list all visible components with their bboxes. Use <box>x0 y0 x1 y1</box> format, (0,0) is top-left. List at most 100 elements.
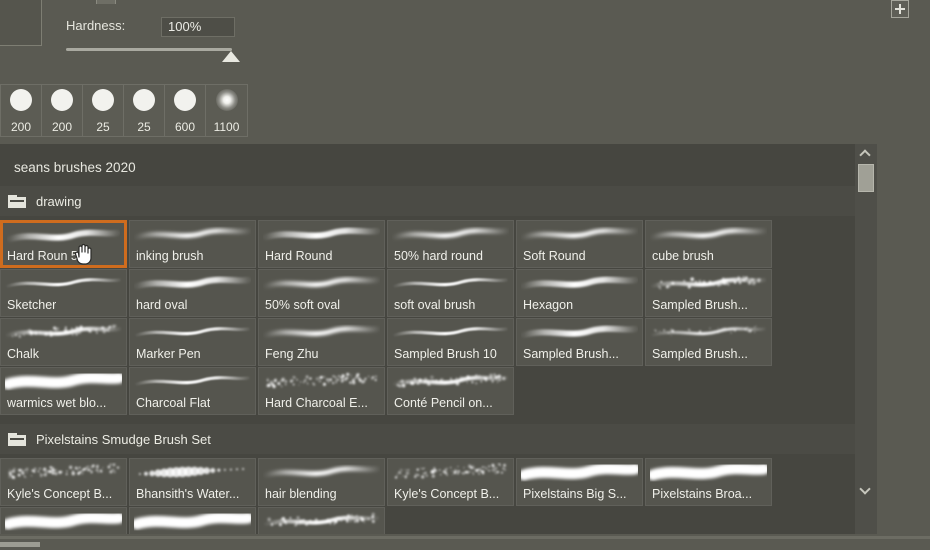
brush-preset[interactable]: hard oval <box>129 269 256 317</box>
brush-preset-label: Conté Pencil on... <box>394 396 493 410</box>
brush-preset[interactable]: Kyle's Concept B... <box>0 458 127 506</box>
brush-stroke-preview <box>7 226 120 248</box>
brush-tip-thumbnail <box>10 89 32 111</box>
brush-stroke-thumbnail <box>650 462 767 484</box>
panel-tab-icon[interactable] <box>96 0 116 4</box>
brush-preset[interactable]: 50% soft oval <box>258 269 385 317</box>
brush-stroke-preview <box>392 371 509 393</box>
brush-stroke-preview <box>5 322 122 344</box>
brush-preset[interactable]: Sampled Brush... <box>645 318 772 366</box>
brush-stroke-preview <box>650 462 767 484</box>
brush-preset[interactable]: inking brush <box>129 220 256 268</box>
brush-preset[interactable]: Hard Round <box>258 220 385 268</box>
brush-preset-label: cube brush <box>652 249 714 263</box>
brush-stroke-thumbnail <box>650 224 767 246</box>
brush-preset-label: hard oval <box>136 298 187 312</box>
brush-stroke-preview <box>521 224 638 246</box>
brush-stroke-thumbnail <box>134 322 251 344</box>
brush-tip-size-label: 200 <box>1 120 41 134</box>
brush-preset[interactable] <box>258 507 385 534</box>
brush-stroke-preview <box>392 273 509 295</box>
brush-stroke-preview <box>5 511 122 533</box>
brush-preset-label: 50% hard round <box>394 249 483 263</box>
brush-preset-label: Sampled Brush... <box>652 347 748 361</box>
brush-tip-size-label: 25 <box>124 120 164 134</box>
brush-preset[interactable]: Sampled Brush... <box>516 318 643 366</box>
brush-preset[interactable]: warmics wet blo... <box>0 367 127 415</box>
brush-stroke-preview <box>134 322 251 344</box>
chevron-down-icon[interactable] <box>859 484 873 496</box>
brush-tip-preset[interactable]: 200 <box>42 85 83 136</box>
brush-tip-preset[interactable]: 600 <box>165 85 206 136</box>
brush-stroke-thumbnail <box>263 371 380 393</box>
brush-preset[interactable]: Soft Round <box>516 220 643 268</box>
brush-preset-label: Pixelstains Broa... <box>652 487 752 501</box>
scrollbar-thumb[interactable] <box>858 164 874 192</box>
brush-stroke-preview <box>263 511 380 533</box>
panel-bottom-edge <box>0 536 930 539</box>
brush-tip-preset[interactable]: 25 <box>124 85 165 136</box>
library-vertical-scrollbar[interactable] <box>855 144 877 534</box>
brush-tip-preset[interactable]: 200 <box>1 85 42 136</box>
brush-stroke-preview <box>263 273 380 295</box>
brush-preset-label: Charcoal Flat <box>136 396 210 410</box>
hardness-input[interactable]: 100% <box>161 17 235 37</box>
brush-preset-label: 50% soft oval <box>265 298 340 312</box>
brush-stroke-preview <box>134 511 251 533</box>
brush-stroke-thumbnail <box>5 322 122 344</box>
hardness-slider-track[interactable] <box>66 48 232 51</box>
brush-preset[interactable]: 50% hard round <box>387 220 514 268</box>
brush-tip-preset[interactable]: 1100 <box>206 85 247 136</box>
brush-preset-selected[interactable]: Hard Roun 5 1 <box>0 220 127 268</box>
brush-preset[interactable]: Hard Charcoal E... <box>258 367 385 415</box>
brush-preset[interactable] <box>0 507 127 534</box>
brush-group-header[interactable]: Pixelstains Smudge Brush Set <box>0 424 855 454</box>
brush-preset[interactable]: Sampled Brush... <box>645 269 772 317</box>
brush-preset[interactable]: Charcoal Flat <box>129 367 256 415</box>
brush-tip-thumbnail <box>216 89 238 111</box>
brush-options-toolbar: Hardness: 100% <box>0 0 930 78</box>
brush-stroke-thumbnail <box>134 511 251 533</box>
brush-preset[interactable]: hair blending <box>258 458 385 506</box>
brush-preset[interactable]: Conté Pencil on... <box>387 367 514 415</box>
brush-preset-label: Chalk <box>7 347 39 361</box>
brush-stroke-thumbnail <box>5 273 122 295</box>
brush-preset[interactable]: Hexagon <box>516 269 643 317</box>
brush-group-header[interactable]: drawing <box>0 186 855 216</box>
curve-graph-icon[interactable] <box>0 0 42 46</box>
brush-stroke-thumbnail <box>392 224 509 246</box>
brush-stroke-preview <box>263 224 380 246</box>
brush-preset-label: Soft Round <box>523 249 586 263</box>
brush-stroke-preview <box>650 273 767 295</box>
horizontal-scrollbar[interactable] <box>0 540 930 550</box>
plus-icon[interactable] <box>891 0 909 18</box>
brush-preset[interactable]: Marker Pen <box>129 318 256 366</box>
brush-preset[interactable] <box>129 507 256 534</box>
brush-tip-thumbnail <box>133 89 155 111</box>
brush-preset[interactable]: Pixelstains Big S... <box>516 458 643 506</box>
brush-row: Hard Roun 5 1 inking brush Hard Round 50% h… <box>0 220 774 268</box>
chevron-up-icon[interactable] <box>859 148 873 160</box>
horizontal-scrollbar-thumb[interactable] <box>0 542 40 547</box>
brush-preset[interactable]: Kyle's Concept B... <box>387 458 514 506</box>
brush-stroke-preview <box>134 224 251 246</box>
brush-group-label: Pixelstains Smudge Brush Set <box>36 432 211 447</box>
brush-stroke-thumbnail <box>263 273 380 295</box>
brush-row: warmics wet blo... Charcoal Flat Hard Char… <box>0 367 516 415</box>
brush-preset-label: Sampled Brush... <box>652 298 748 312</box>
hardness-slider-handle[interactable] <box>222 51 240 62</box>
brush-preset[interactable]: Sampled Brush 10 <box>387 318 514 366</box>
brush-preset[interactable]: Chalk <box>0 318 127 366</box>
brush-preset-label: hair blending <box>265 487 337 501</box>
brush-preset[interactable]: cube brush <box>645 220 772 268</box>
brush-preset[interactable]: Sketcher <box>0 269 127 317</box>
brush-tip-thumbnail <box>51 89 73 111</box>
brush-preset[interactable]: soft oval brush <box>387 269 514 317</box>
brush-preset-label: Hexagon <box>523 298 573 312</box>
brush-stroke-preview <box>134 371 251 393</box>
brush-tip-preset[interactable]: 25 <box>83 85 124 136</box>
brush-preset[interactable]: Bhansith's Water... <box>129 458 256 506</box>
brush-stroke-preview <box>392 224 509 246</box>
brush-preset[interactable]: Pixelstains Broa... <box>645 458 772 506</box>
brush-preset[interactable]: Feng Zhu <box>258 318 385 366</box>
